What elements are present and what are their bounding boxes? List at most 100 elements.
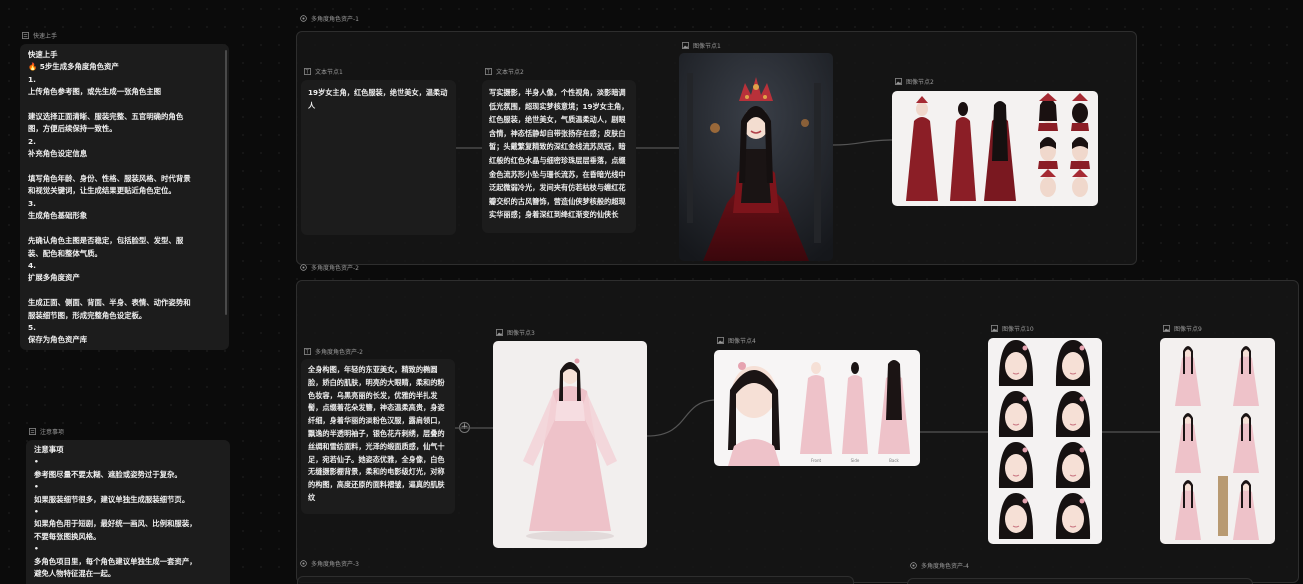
pose-figure xyxy=(1175,480,1201,540)
pink-hanfu-turnaround: Front Side Back xyxy=(728,360,910,466)
text-node-2[interactable]: 写实摄影，半身人像，个性视角，淡影暗调低光氛围，超现实梦核意境；19岁女主角，红… xyxy=(482,80,636,233)
quickstart-line xyxy=(28,161,221,173)
notice-caption: 注意事项 xyxy=(29,427,64,436)
expression-face xyxy=(1055,340,1091,386)
text-node-1-body: 19岁女主角，红色服装，绝世美女，温柔动人 xyxy=(308,88,448,110)
img1-caption-label: 图像节点1 xyxy=(693,43,721,50)
image-node-icon xyxy=(717,337,724,344)
quickstart-line: 🔥 5步生成多角度角色资产 xyxy=(28,62,119,72)
pose-figure xyxy=(1233,346,1259,406)
quickstart-line: 和视觉关键词，让生成结果更贴近角色定位。 xyxy=(28,186,176,196)
folding-screen-prop xyxy=(1218,476,1228,536)
add-connection-icon[interactable]: + xyxy=(459,422,470,433)
image-node-icon xyxy=(991,325,998,332)
group-icon xyxy=(910,562,917,569)
notice-line: 参考图尽量不要太糊、遮脸或姿势过于复杂。 xyxy=(34,469,182,479)
image-node-icon xyxy=(895,78,902,85)
text-node-3-body: 全身构图，年轻的东亚美女，精致的椭圆脸，娇白的肌肤，明亮的大眼睛，柔和的粉色妆容… xyxy=(308,365,445,502)
group4-title: 多角度角色资产-4 xyxy=(921,563,969,570)
img4-caption: 图像节点4 xyxy=(717,336,756,345)
img2-caption-label: 图像节点2 xyxy=(906,79,934,86)
quickstart-line: 3. xyxy=(28,198,36,208)
quickstart-line: 4. xyxy=(28,260,36,270)
quickstart-note[interactable]: 快速上手 🔥 5步生成多角度角色资产 1. 上传角色参考图，或先生成一张角色主图 建议… xyxy=(20,44,229,350)
image-node-3[interactable] xyxy=(493,341,647,548)
quickstart-line xyxy=(28,99,221,111)
expression-face xyxy=(1055,493,1091,539)
text-node-3[interactable]: 全身构图，年轻的东亚美女，精致的椭圆脸，娇白的肌肤，明亮的大眼睛，柔和的粉色妆容… xyxy=(301,359,455,514)
notice-line: 多角色项目里，每个角色建议单独生成一套资产， xyxy=(34,556,197,566)
svg-text:T: T xyxy=(305,69,309,75)
quickstart-line: 上传角色参考图，或先生成一张角色主图 xyxy=(28,87,162,97)
notice-line: 注意事项 xyxy=(34,445,64,454)
text-node-icon: T xyxy=(304,68,311,75)
quickstart-scrollbar[interactable] xyxy=(225,50,227,315)
image-node-icon xyxy=(1163,325,1170,332)
group3-title: 多角度角色资产-3 xyxy=(311,561,359,568)
group3-caption: 多角度角色资产-3 xyxy=(300,559,359,568)
expression-face xyxy=(998,340,1034,386)
img9-caption-label: 图像节点9 xyxy=(1174,326,1202,333)
img4-caption-label: 图像节点4 xyxy=(728,338,756,345)
quickstart-body: 快速上手 🔥 5步生成多角度角色资产 1. 上传角色参考图，或先生成一张角色主图 建议… xyxy=(28,49,221,347)
quickstart-line: 图，方便后续保持一致性。 xyxy=(28,124,117,134)
group-icon xyxy=(300,264,307,271)
expression-face xyxy=(998,493,1034,539)
note-icon xyxy=(29,428,36,435)
quickstart-line: 装、配色和整体气质。 xyxy=(28,248,102,258)
notice-line: 不要每张图换风格。 xyxy=(34,531,101,541)
expression-face xyxy=(1055,442,1091,488)
expression-sheet xyxy=(998,340,1091,539)
image-node-4[interactable]: Front Side Back xyxy=(714,350,920,466)
img2-caption: 图像节点2 xyxy=(895,77,934,86)
quickstart-line: 2. xyxy=(28,136,36,146)
turnaround-label-side: Side xyxy=(851,458,860,463)
quickstart-line: 生成角色基础形象 xyxy=(28,211,88,221)
turnaround-label-front: Front xyxy=(811,458,822,463)
expression-face xyxy=(998,442,1034,488)
quickstart-line: 5. xyxy=(28,322,36,332)
notice-line: • xyxy=(34,544,39,554)
quickstart-line xyxy=(28,223,221,235)
group-multi-angle-3[interactable] xyxy=(297,576,854,584)
img10-caption: 图像节点10 xyxy=(991,324,1034,333)
quickstart-line: 快速上手 xyxy=(28,50,58,59)
image-node-10[interactable] xyxy=(988,338,1102,544)
pose-sheet xyxy=(1175,346,1259,540)
quickstart-line: 服装细节图，形成完整角色设定板。 xyxy=(28,310,147,320)
img9-caption: 图像节点9 xyxy=(1163,324,1202,333)
img1-caption: 图像节点1 xyxy=(682,41,721,50)
quickstart-line xyxy=(28,285,221,297)
group1-caption: 多角度角色资产-1 xyxy=(300,14,359,23)
img3-caption: 图像节点3 xyxy=(496,328,535,337)
img3-caption-label: 图像节点3 xyxy=(507,330,535,337)
quickstart-line: 保存为角色资产库 xyxy=(28,335,88,345)
quickstart-line: 建议选择正面清晰、服装完整、五官明确的角色 xyxy=(28,112,184,122)
group-icon xyxy=(300,560,307,567)
quickstart-line: 先确认角色主图是否稳定，包括脸型、发型、服 xyxy=(28,236,184,246)
text2-caption: T 文本节点2 xyxy=(485,67,524,76)
notice-caption-label: 注意事项 xyxy=(40,429,65,436)
text-node-icon: T xyxy=(485,68,492,75)
image-node-2[interactable] xyxy=(892,91,1098,206)
text3-caption-label: 多角度角色资产-2 xyxy=(315,349,363,356)
quickstart-line: 扩展多角度资产 xyxy=(28,273,80,283)
image-node-1[interactable] xyxy=(679,53,833,261)
notice-line: 如果服装细节很多，建议单独生成服装细节页。 xyxy=(34,494,190,504)
notice-line: • xyxy=(34,507,39,517)
image-node-icon xyxy=(682,42,689,49)
text-node-icon: T xyxy=(304,348,311,355)
notice-note[interactable]: 注意事项 • 参考图尽量不要太糊、遮脸或姿势过于复杂。 • 如果服装细节很多，建议单独生… xyxy=(26,440,230,584)
pink-hanfu-fullbody xyxy=(523,358,617,541)
text2-caption-label: 文本节点2 xyxy=(496,69,524,76)
text-node-1[interactable]: 19岁女主角，红色服装，绝世美女，温柔动人 xyxy=(301,80,456,235)
image-node-9[interactable] xyxy=(1160,338,1275,544)
svg-text:T: T xyxy=(486,69,490,75)
notice-line: • xyxy=(34,482,39,492)
text-node-2-body: 写实摄影，半身人像，个性视角，淡影暗调低光氛围，超现实梦核意境；19岁女主角，红… xyxy=(489,88,629,220)
pose-figure xyxy=(1233,413,1259,473)
group-multi-angle-4[interactable] xyxy=(907,578,1253,584)
quickstart-line: 生成正面、侧面、背面、半身、表情、动作姿势和 xyxy=(28,298,191,308)
svg-text:T: T xyxy=(305,349,309,355)
image-node-icon xyxy=(496,329,503,336)
